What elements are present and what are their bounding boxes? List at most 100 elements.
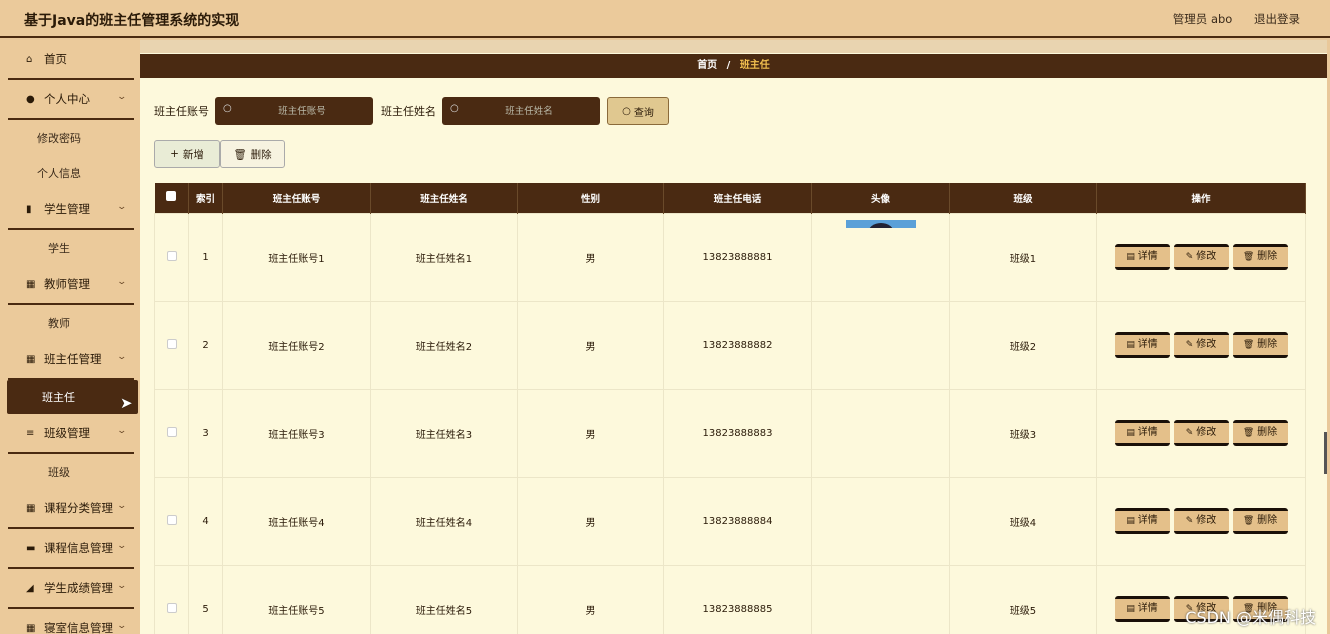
detail-button-label: 详情	[1137, 515, 1158, 526]
name-search-input[interactable]	[460, 97, 598, 125]
chart-icon: ▮	[26, 203, 32, 215]
sidebar-menu-label: 课程分类管理	[44, 501, 113, 515]
table-cell: 班级2	[949, 300, 1097, 390]
table-cell: 13823888882	[663, 300, 812, 390]
sidebar-subitem-5[interactable]: 学生	[0, 230, 140, 265]
user-icon: ●	[26, 93, 35, 105]
pencil-icon: ✎	[1185, 428, 1197, 438]
sidebar-menu-0[interactable]: ⌂ 首页	[8, 40, 134, 80]
sidebar-menu-label: 班级管理	[44, 426, 90, 440]
document-icon: ▤	[1126, 340, 1138, 350]
name-search-field[interactable]: ○	[442, 97, 600, 125]
column-header: 索引	[188, 183, 223, 213]
sidebar-menu-13[interactable]: ▬ 课程信息管理 ⌄	[8, 529, 134, 569]
sidebar-menu-6[interactable]: ▦ 教师管理 ⌄	[8, 265, 134, 305]
edit-button[interactable]: ✎ 修改	[1173, 420, 1229, 446]
sidebar-menu-10[interactable]: ≡ 班级管理 ⌄	[8, 414, 134, 454]
sidebar-subitem-2[interactable]: 修改密码	[0, 120, 140, 155]
delete-button[interactable]: 🗑 删除	[1232, 508, 1288, 534]
query-button[interactable]: ○ 查询	[607, 97, 669, 125]
account-label: 班主任账号	[154, 105, 209, 118]
sidebar-menu-14[interactable]: ◢ 学生成绩管理 ⌄	[8, 569, 134, 609]
scrollbar-thumb[interactable]	[1324, 432, 1327, 474]
row-checkbox[interactable]	[166, 250, 177, 261]
breadcrumb-current: 班主任	[739, 60, 770, 71]
table-cell: 男	[517, 476, 664, 566]
batch-delete-button[interactable]: 🗑 删除	[220, 140, 285, 168]
table-cell: 5	[188, 564, 223, 634]
sidebar-menu-8[interactable]: ▦ 班主任管理 ⌄	[8, 340, 134, 380]
table-cell: 13823888881	[663, 212, 812, 302]
table-cell: 班主任账号2	[222, 300, 371, 390]
delete-button[interactable]: 🗑 删除	[1232, 420, 1288, 446]
sidebar-menu-4[interactable]: ▮ 学生管理 ⌄	[8, 190, 134, 230]
search-icon: ○	[450, 103, 459, 114]
row-checkbox[interactable]	[166, 426, 177, 437]
table-cell: 男	[517, 300, 664, 390]
edit-button[interactable]: ✎ 修改	[1173, 244, 1229, 270]
search-row: 班主任账号 ○ 班主任姓名 ○ ○ 查询	[154, 97, 669, 125]
sidebar-subitem-11[interactable]: 班级	[0, 454, 140, 489]
row-checkbox[interactable]	[166, 338, 177, 349]
table-cell: 班级4	[949, 476, 1097, 566]
account-search-field[interactable]: ○	[215, 97, 373, 125]
detail-button[interactable]: ▤ 详情	[1114, 508, 1170, 534]
breadcrumb: 首页 / 班主任	[140, 54, 1327, 78]
row-checkbox[interactable]	[166, 514, 177, 525]
sidebar-menu-label: 班主任管理	[44, 352, 102, 366]
detail-button[interactable]: ▤ 详情	[1114, 332, 1170, 358]
sidebar-menu-label: 教师管理	[44, 277, 90, 291]
add-button-label: 新增	[182, 148, 204, 161]
home-icon: ⌂	[26, 53, 33, 65]
table-row: 5 班主任账号5 班主任姓名5 男 13823888885 班级5 ▤ 详情 ✎ 修改 🗑 删除	[154, 564, 1306, 634]
chevron-down-icon: ⌄	[116, 352, 128, 362]
sidebar-menu-label: 学生成绩管理	[44, 581, 113, 595]
headteacher-table: 索引 班主任账号 班主任姓名 性别 班主任电话 头像 班级 操作 1 班主任账号1 班主任姓名1 男…	[154, 183, 1306, 634]
sidebar-menu-1[interactable]: ● 个人中心 ⌄	[8, 80, 134, 120]
column-header: 班主任账号	[222, 183, 371, 213]
detail-button[interactable]: ▤ 详情	[1114, 596, 1170, 622]
sidebar-subitem-9[interactable]: 班主任	[7, 380, 138, 414]
detail-button[interactable]: ▤ 详情	[1114, 420, 1170, 446]
list-icon: ≡	[26, 427, 35, 439]
delete-button[interactable]: 🗑 删除	[1232, 244, 1288, 270]
table-row: 4 班主任账号4 班主任姓名4 男 13823888884 班级4 ▤ 详情 ✎ 修改 🗑 删除	[154, 476, 1306, 566]
delete-button-label: 删除	[1257, 427, 1278, 438]
table-cell	[154, 476, 189, 566]
select-all-checkbox[interactable]	[166, 191, 177, 202]
sidebar-subitem-3[interactable]: 个人信息	[0, 155, 140, 190]
table-cell	[811, 388, 950, 478]
edit-button[interactable]: ✎ 修改	[1173, 508, 1229, 534]
sidebar-subitem-7[interactable]: 教师	[0, 305, 140, 340]
trash-icon: 🗑	[1242, 428, 1258, 438]
sidebar-menu-label: 课程信息管理	[44, 541, 113, 555]
add-button[interactable]: + 新增	[154, 140, 220, 168]
logout-link[interactable]: 退出登录	[1254, 12, 1300, 26]
table-cell: 13823888883	[663, 388, 812, 478]
plus-icon: +	[170, 148, 179, 160]
detail-button[interactable]: ▤ 详情	[1114, 244, 1170, 270]
delete-button[interactable]: 🗑 删除	[1232, 332, 1288, 358]
table-cell: 男	[517, 564, 664, 634]
edit-button[interactable]: ✎ 修改	[1173, 332, 1229, 358]
account-search-input[interactable]	[233, 97, 371, 125]
column-header	[154, 183, 189, 213]
app-title: 基于Java的班主任管理系统的实现	[24, 13, 240, 29]
current-user: 管理员 abo	[1172, 12, 1233, 26]
column-header: 班级	[949, 183, 1097, 213]
table-cell: 班主任姓名5	[370, 564, 518, 634]
detail-button-label: 详情	[1137, 427, 1158, 438]
table-cell: 1	[188, 212, 223, 302]
table-row: 1 班主任账号1 班主任姓名1 男 13823888881 班级1 ▤ 详情 ✎ 修改 🗑 删除	[154, 212, 1306, 302]
edit-button-label: 修改	[1196, 515, 1217, 526]
column-header: 头像	[811, 183, 950, 213]
action-buttons: + 新增 🗑 删除	[154, 140, 285, 168]
sidebar-menu-12[interactable]: ▦ 课程分类管理 ⌄	[8, 489, 134, 529]
table-cell: 13823888885	[663, 564, 812, 634]
breadcrumb-home[interactable]: 首页	[697, 60, 717, 71]
pencil-icon: ✎	[1185, 252, 1197, 262]
table-cell: 班主任账号1	[222, 212, 371, 302]
table-cell: 13823888884	[663, 476, 812, 566]
row-checkbox[interactable]	[166, 602, 177, 613]
sidebar-menu-15[interactable]: ▦ 寝室信息管理 ⌄	[8, 609, 134, 634]
